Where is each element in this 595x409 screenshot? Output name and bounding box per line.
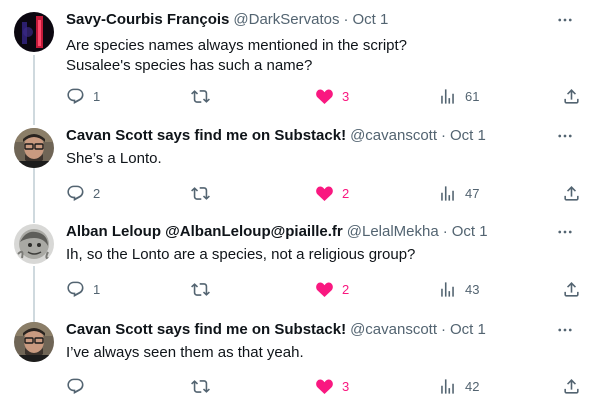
views-icon [441, 88, 454, 104]
avatar[interactable] [14, 322, 54, 362]
tweet[interactable]: Cavan Scott says find me on Substack! @c… [0, 116, 595, 212]
views-button[interactable]: 43 [438, 279, 479, 299]
separator: · [442, 223, 448, 240]
tweet[interactable]: Cavan Scott says find me on Substack! @c… [0, 310, 595, 409]
author-handle[interactable]: @DarkServatos [233, 10, 339, 30]
views-icon [441, 281, 454, 297]
author-handle[interactable]: @LelalMekha [347, 222, 439, 242]
author-name[interactable]: Alban Leloup @AlbanLeloup@piaille.fr [66, 222, 343, 242]
reply-button[interactable]: 2 [66, 183, 100, 203]
retweet-button[interactable] [191, 376, 210, 396]
avatar[interactable] [14, 224, 54, 264]
retweet-icon [191, 186, 210, 200]
more-button[interactable] [555, 10, 575, 30]
heart-icon [316, 282, 333, 297]
share-button[interactable] [562, 86, 581, 106]
more-button[interactable] [555, 222, 575, 242]
reply-button[interactable] [66, 376, 85, 396]
share-icon [564, 378, 579, 394]
views-icon [441, 378, 454, 394]
author-name[interactable]: Cavan Scott says find me on Substack! [66, 126, 346, 146]
like-button[interactable]: 3 [315, 376, 349, 396]
timestamp[interactable]: Oct 1 [450, 320, 486, 340]
retweet-button[interactable] [191, 86, 210, 106]
tweet-text: Are species names always mentioned in th… [66, 37, 408, 74]
reply-button[interactable]: 1 [66, 279, 100, 299]
timestamp[interactable]: Oct 1 [352, 10, 388, 30]
author-name[interactable]: Savy-Courbis François [66, 10, 229, 30]
retweet-button[interactable] [191, 279, 210, 299]
timestamp[interactable]: Oct 1 [450, 126, 486, 146]
like-button[interactable]: 2 [315, 279, 349, 299]
reply-count: 2 [93, 185, 101, 201]
views-button[interactable]: 61 [438, 86, 479, 106]
tweet[interactable]: Alban Leloup @AlbanLeloup@piaille.fr @Le… [0, 212, 595, 310]
separator: · [343, 11, 349, 28]
views-button[interactable]: 47 [438, 183, 479, 203]
author-name[interactable]: Cavan Scott says find me on Substack! [66, 320, 346, 340]
views-count: 47 [465, 185, 480, 201]
share-icon [564, 185, 579, 201]
avatar[interactable] [14, 128, 54, 168]
share-button[interactable] [562, 183, 581, 203]
more-icon [558, 18, 572, 22]
share-button[interactable] [562, 376, 581, 396]
like-count: 2 [342, 281, 350, 297]
like-count: 3 [342, 88, 350, 104]
like-count: 3 [342, 378, 350, 394]
author-handle[interactable]: @cavanscott [350, 126, 437, 146]
tweet-text: Ih, so the Lonto are a species, not a re… [66, 246, 416, 263]
reply-count: 1 [93, 88, 101, 104]
timestamp[interactable]: Oct 1 [452, 222, 488, 242]
views-count: 42 [465, 378, 480, 394]
views-button[interactable]: 42 [438, 376, 479, 396]
reply-count: 1 [93, 281, 101, 297]
retweet-icon [191, 282, 210, 296]
reply-icon [67, 88, 84, 104]
heart-icon [316, 379, 333, 394]
share-icon [564, 88, 579, 104]
share-button[interactable] [562, 279, 581, 299]
like-button[interactable]: 3 [315, 86, 349, 106]
more-icon [558, 134, 572, 138]
separator: · [441, 127, 447, 144]
more-icon [558, 328, 572, 332]
reply-button[interactable]: 1 [66, 86, 100, 106]
author-handle[interactable]: @cavanscott [350, 320, 437, 340]
retweet-button[interactable] [191, 183, 210, 203]
retweet-icon [191, 89, 210, 103]
more-button[interactable] [555, 126, 575, 146]
retweet-icon [191, 379, 210, 393]
reply-icon [67, 185, 84, 201]
like-button[interactable]: 2 [315, 183, 349, 203]
heart-icon [316, 89, 333, 104]
tweet[interactable]: Savy-Courbis François @DarkServatos · Oc… [0, 0, 595, 116]
share-icon [564, 281, 579, 297]
more-button[interactable] [555, 320, 575, 340]
more-icon [558, 230, 572, 234]
reply-icon [67, 378, 84, 394]
like-count: 2 [342, 185, 350, 201]
views-count: 43 [465, 281, 480, 297]
tweet-text: She’s a Lonto. [66, 150, 162, 167]
views-count: 61 [465, 88, 480, 104]
avatar[interactable] [14, 12, 54, 52]
heart-icon [316, 186, 333, 201]
tweet-text: I’ve always seen them as that yeah. [66, 344, 304, 361]
reply-icon [67, 281, 84, 297]
views-icon [441, 185, 454, 201]
separator: · [441, 321, 447, 338]
